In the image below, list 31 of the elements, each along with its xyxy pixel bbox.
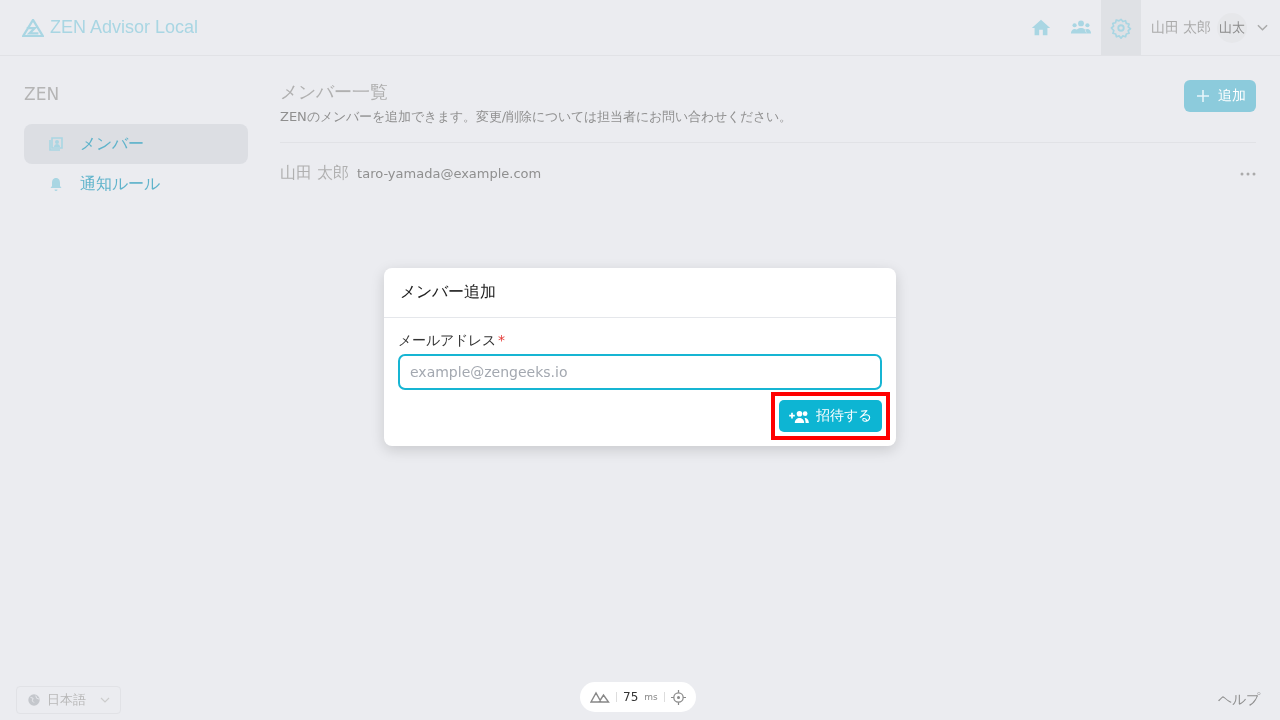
settings-button[interactable]	[1100, 0, 1141, 55]
logo-icon	[22, 18, 44, 37]
settings-icon	[1109, 16, 1132, 39]
help-link[interactable]: ヘルプ	[1218, 691, 1260, 709]
mountain-icon	[590, 691, 610, 703]
app-title: ZEN Advisor Local	[50, 17, 199, 38]
dialog-title: メンバー追加	[384, 268, 896, 318]
latency-unit: ms	[644, 692, 658, 702]
page-description: ZENのメンバーを追加できます。変更/削除については担当者にお問い合わせください。	[280, 108, 793, 126]
chevron-down-icon	[100, 697, 110, 703]
bell-icon	[48, 176, 64, 192]
sidebar-item[interactable]: メンバー	[24, 124, 248, 164]
contact-card-icon	[48, 136, 64, 152]
email-field[interactable]: example@zengeeks.io	[398, 354, 882, 390]
required-mark: *	[498, 332, 505, 350]
member-name: 山田 太郎	[280, 163, 350, 184]
sidebar-item[interactable]: 通知ルール	[24, 164, 248, 204]
field-label: メールアドレス	[398, 332, 496, 350]
chevron-down-icon[interactable]	[1257, 23, 1268, 32]
plus-icon	[1196, 89, 1210, 103]
sidebar-title: ZEN	[24, 84, 60, 104]
latency-value: 75	[623, 690, 639, 704]
member-email: taro-yamada@example.com	[357, 166, 542, 181]
invite-button[interactable]: 招待する	[779, 400, 882, 432]
globe-icon	[27, 693, 41, 707]
crosshair-icon[interactable]	[670, 689, 686, 705]
add-button[interactable]: 追加	[1184, 80, 1256, 112]
user-name: 山田 太郎	[1150, 18, 1211, 37]
user-avatar[interactable]: 山太	[1217, 12, 1247, 43]
more-icon[interactable]	[1240, 171, 1256, 176]
add-people-icon	[789, 408, 810, 424]
